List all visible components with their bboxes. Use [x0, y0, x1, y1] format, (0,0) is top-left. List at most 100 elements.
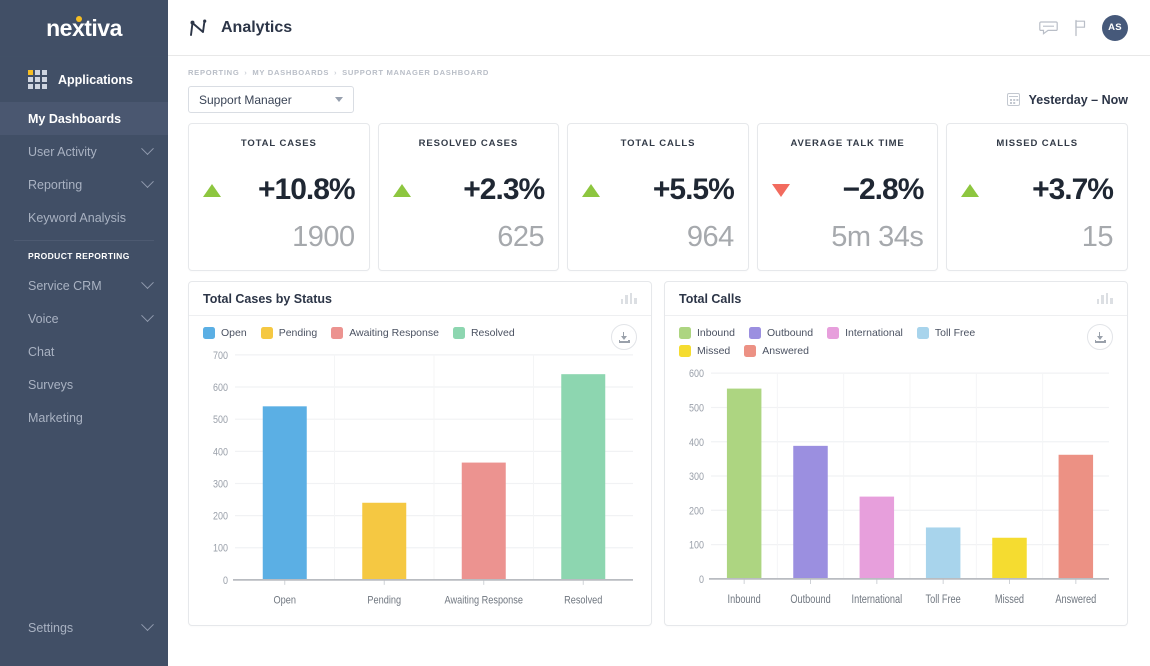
- kpi-title: TOTAL CASES: [240, 138, 317, 149]
- y-axis-tick-label: 100: [213, 543, 228, 555]
- sidebar-item-label: Settings: [28, 620, 74, 635]
- page-title: Analytics: [221, 18, 293, 36]
- flag-icon[interactable]: [1073, 19, 1087, 37]
- kpi-card-missed-calls[interactable]: MISSED CALLS +3.7% 15: [946, 123, 1128, 271]
- legend-item[interactable]: Pending: [260, 327, 317, 339]
- chat-bubble-icon[interactable]: [1039, 20, 1058, 36]
- sidebar-item-user-activity[interactable]: User Activity: [0, 135, 168, 168]
- dashboard-select[interactable]: Support Manager: [188, 86, 354, 113]
- y-axis-tick-label: 500: [213, 414, 228, 426]
- legend-item[interactable]: Outbound: [748, 327, 813, 339]
- chart-plot-area: 0 100 200 300 400 500 600 Inbound Outbound Intern…: [675, 363, 1115, 617]
- bar[interactable]: [262, 406, 307, 580]
- chevron-down-icon: [335, 97, 343, 102]
- bar[interactable]: [992, 537, 1027, 579]
- bar-chart-icon[interactable]: [620, 293, 637, 304]
- sidebar-item-label: Surveys: [28, 377, 74, 392]
- legend-item[interactable]: Missed: [679, 345, 730, 357]
- breadcrumb-item-my-dashboards[interactable]: MY DASHBOARDS: [252, 68, 329, 77]
- x-axis-tick-label: International: [852, 593, 903, 606]
- sidebar-item-label: Service CRM: [28, 278, 102, 293]
- sidebar-item-keyword-analysis[interactable]: Keyword Analysis: [0, 201, 168, 234]
- bar[interactable]: [561, 374, 606, 580]
- applications-label: Applications: [58, 72, 134, 87]
- y-axis-tick-label: 400: [213, 446, 228, 458]
- bar[interactable]: [859, 496, 895, 579]
- download-icon: [1094, 331, 1106, 343]
- x-axis-tick-label: Open: [274, 595, 297, 607]
- legend-swatch: [679, 345, 691, 357]
- sidebar-item-settings[interactable]: Settings: [0, 611, 168, 644]
- chart-legend: Open Pending Awaiting Response Resolved: [189, 316, 568, 339]
- legend-item[interactable]: Toll Free: [916, 327, 975, 339]
- kpi-value: 1900: [292, 221, 355, 253]
- sidebar-item-label: Reporting: [28, 177, 83, 192]
- breadcrumb-separator: ›: [244, 68, 248, 77]
- legend-item[interactable]: Open: [203, 327, 247, 339]
- legend-item[interactable]: Resolved: [452, 327, 515, 339]
- y-axis-tick-label: 300: [213, 479, 228, 491]
- sidebar-item-voice[interactable]: Voice: [0, 302, 168, 335]
- kpi-value: 964: [686, 221, 734, 253]
- sidebar-item-marketing[interactable]: Marketing: [0, 401, 168, 434]
- sidebar-item-service-crm[interactable]: Service CRM: [0, 269, 168, 302]
- legend-label: International: [845, 327, 903, 339]
- sidebar-nav: My Dashboards User Activity Reporting Ke…: [0, 102, 168, 434]
- bar[interactable]: [362, 502, 407, 580]
- date-range-label: Yesterday – Now: [1028, 92, 1128, 107]
- bar[interactable]: [461, 462, 506, 580]
- legend-item[interactable]: Inbound: [679, 327, 735, 339]
- x-axis-tick-label: Inbound: [728, 593, 761, 606]
- legend-swatch: [916, 327, 929, 339]
- legend-label: Missed: [697, 345, 731, 357]
- kpi-card-total-cases[interactable]: TOTAL CASES +10.8% 1900: [188, 123, 370, 271]
- sidebar-divider: [14, 240, 154, 241]
- x-axis-tick-label: Answered: [1055, 593, 1096, 606]
- bar[interactable]: [793, 445, 828, 579]
- kpi-delta: +3.7%: [1032, 173, 1114, 206]
- chevron-down-icon: [141, 175, 154, 189]
- legend-item[interactable]: Answered: [744, 345, 809, 357]
- legend-label: Resolved: [470, 327, 515, 339]
- kpi-value: 5m 34s: [831, 221, 924, 253]
- trend-up-icon: [392, 183, 411, 197]
- sidebar: nextiva Applications My Dashboards User …: [0, 0, 168, 666]
- y-axis-tick-label: 0: [699, 574, 704, 586]
- sidebar-item-chat[interactable]: Chat: [0, 335, 168, 368]
- bar[interactable]: [925, 527, 961, 579]
- avatar-initials: AS: [1108, 22, 1122, 33]
- legend-item[interactable]: International: [827, 327, 903, 339]
- legend-swatch: [452, 327, 465, 339]
- bar-chart-icon[interactable]: [1096, 293, 1113, 304]
- kpi-card-average-talk-time[interactable]: AVERAGE TALK TIME −2.8% 5m 34s: [756, 123, 939, 271]
- trend-up-icon: [203, 183, 221, 197]
- kpi-card-resolved-cases[interactable]: RESOLVED CASES +2.3% 625: [377, 123, 560, 271]
- trend-down-icon: [771, 183, 790, 197]
- legend-item[interactable]: Awaiting Response: [331, 327, 439, 339]
- legend-swatch: [679, 327, 691, 339]
- bar[interactable]: [726, 388, 762, 579]
- brand-logo[interactable]: nextiva: [0, 0, 168, 56]
- download-chart-button[interactable]: [1087, 324, 1113, 350]
- sidebar-item-surveys[interactable]: Surveys: [0, 368, 168, 401]
- y-axis-tick-label: 500: [689, 403, 704, 415]
- breadcrumb-item-reporting[interactable]: REPORTING: [188, 68, 239, 77]
- sidebar-item-reporting[interactable]: Reporting: [0, 168, 168, 201]
- sidebar-section-product-reporting: PRODUCT REPORTING: [28, 251, 130, 261]
- legend-label: Inbound: [697, 327, 735, 339]
- avatar[interactable]: AS: [1102, 14, 1128, 41]
- sidebar-item-my-dashboards[interactable]: My Dashboards: [0, 102, 168, 135]
- date-range-picker[interactable]: Yesterday – Now: [1006, 92, 1128, 107]
- chevron-down-icon: [141, 309, 154, 323]
- y-axis-tick-label: 200: [213, 511, 228, 523]
- app-brand: Analytics: [188, 18, 292, 38]
- x-axis-tick-label: Toll Free: [926, 593, 961, 606]
- sidebar-item-applications[interactable]: Applications: [0, 56, 168, 102]
- kpi-delta: +10.8%: [258, 173, 356, 206]
- kpi-card-total-calls[interactable]: TOTAL CALLS +5.5% 964: [567, 123, 749, 271]
- chart-card-total-calls: Total Calls Inbound Outbound International…: [664, 281, 1128, 626]
- bar[interactable]: [1058, 454, 1094, 579]
- chart-plot-area: 0 100 200 300 400 500 600 700 Open Pending Awaitin…: [199, 345, 639, 617]
- sidebar-item-label: My Dashboards: [28, 111, 122, 126]
- chevron-down-icon: [141, 276, 154, 290]
